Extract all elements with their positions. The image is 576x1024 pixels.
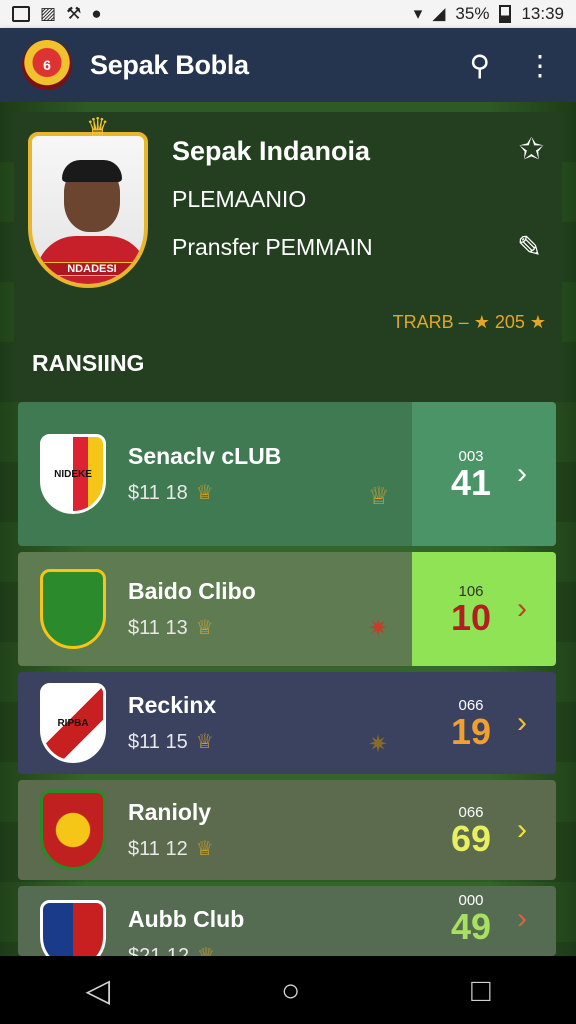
home-icon[interactable]: ○ [281,972,300,1009]
clock: 13:39 [521,4,564,23]
star-icon: ✷ [368,731,389,758]
club-score[interactable]: 066 69 › [412,780,556,880]
player-hair [62,160,122,182]
map-pin-icon[interactable]: ⚲ [469,49,490,82]
chevron-right-icon[interactable]: › [517,457,527,491]
club-crest: RIPBA [40,683,106,763]
club-price: $11 12 ♕ [128,838,214,860]
signal-icon: ◢ [432,4,446,23]
coin-icon: ♕ [195,617,214,639]
tool-icon: ⚒ [66,4,82,23]
coin-icon: ♕ [195,482,214,504]
wifi-icon: ▾ [413,4,423,23]
chevron-right-icon[interactable]: › [517,592,527,626]
club-row[interactable]: NIDEKE Senaclv cLUB $11 18 ♕ ♕ 003 41 › [18,402,556,546]
club-crest [40,569,106,649]
club-price: $11 13 ♕ [128,617,214,639]
club-name: Ranioly [128,799,212,825]
club-score[interactable]: 106 10 › [412,552,556,666]
rating-label: TRARB – ★ 205 ★ [392,312,546,332]
coin-icon: ♕ [197,945,216,956]
more-vert-icon[interactable]: ⋮ [526,49,554,82]
club-name: Senaclv cLUB [128,443,282,469]
chevron-right-icon[interactable]: › [517,902,527,936]
battery-percent: 35% [455,4,490,23]
club-row[interactable]: RIPBA Reckinx $11 15 ♕ ✷ 066 19 › [18,672,556,774]
chevron-right-icon[interactable]: › [517,706,527,740]
recents-icon[interactable]: □ [471,972,490,1009]
system-nav-bar: ◁ ○ □ [0,956,576,1024]
coin-icon: ♕ [195,731,214,753]
club-row[interactable]: Aubb Club $21 12 ♕ 000 49 › [18,886,556,956]
club-name: Reckinx [128,692,217,718]
player-profile-card: NDADESI ♛ Sepak Indanoia PLEMAANIO Prans… [14,112,562,402]
pin-icon[interactable]: ✩ [519,132,544,167]
club-name: Aubb Club [128,906,245,932]
crown-icon: ♛ [86,112,110,142]
lock-icon: ● [91,4,102,23]
app-bar: 6 Sepak Bobla ⚲ ⋮ [0,28,576,102]
trophy-icon: ♕ [368,483,390,510]
club-row[interactable]: Ranioly $11 12 ♕ 066 69 › [18,780,556,880]
star-icon: ✷ [368,615,389,642]
notification-icon: ▨ [40,4,57,23]
player-badge[interactable]: NDADESI [28,132,148,288]
ranking-heading: RANSIING [32,350,145,376]
score-value: 10 [450,596,492,638]
chevron-right-icon[interactable]: › [517,813,527,847]
club-name: Baido Clibo [128,578,256,604]
score-value: 19 [450,710,492,752]
club-crest [40,790,106,870]
club-score[interactable]: 066 19 › [412,672,556,774]
app-title: Sepak Bobla [90,49,249,80]
profile-subtitle: PLEMAANIO [172,186,307,212]
club-row[interactable]: Baido Clibo $11 13 ♕ ✷ 106 10 › [18,552,556,666]
battery-icon [499,5,512,23]
club-crest: NIDEKE [40,434,106,514]
app-logo: 6 [22,40,72,90]
club-score[interactable]: 000 49 › [412,886,556,956]
score-value: 69 [450,817,492,859]
coin-icon: ♕ [195,838,214,860]
screenshot-icon [12,6,30,22]
club-price: $11 15 ♕ [128,731,214,753]
transfer-link[interactable]: Pransfer PEMMAIN [172,234,373,261]
club-price: $21 12 ♕ [128,943,244,956]
club-score[interactable]: 003 41 › [412,402,556,546]
back-icon[interactable]: ◁ [85,971,110,1009]
score-value: 49 [450,906,492,947]
club-price: $11 18 ♕ [128,482,214,504]
club-crest [40,900,106,956]
edit-icon[interactable]: ✎ [517,230,542,265]
profile-title: Sepak Indanoia [172,136,371,166]
score-value: 41 [450,461,492,503]
status-bar: ▨ ⚒ ● ▾ ◢ 35% 13:39 [0,0,576,28]
badge-label: NDADESI [42,262,142,276]
